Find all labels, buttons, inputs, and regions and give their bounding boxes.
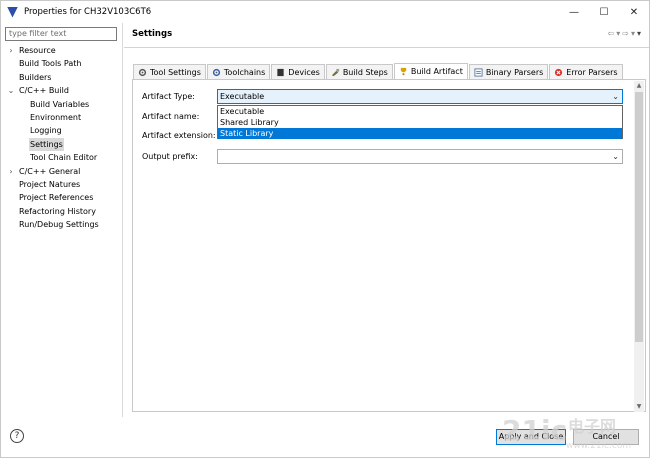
binary-parsers-icon bbox=[474, 67, 483, 77]
cancel-button[interactable]: Cancel bbox=[573, 429, 639, 445]
window-title: Properties for CH32V103C6T6 bbox=[24, 7, 152, 17]
artifact-name-label: Artifact name: bbox=[142, 112, 200, 121]
tree-item-cpp-build[interactable]: ⌄ C/C++ Build bbox=[1, 84, 123, 97]
category-pane: type filter text › Resource Build Tools P… bbox=[1, 23, 123, 417]
tree-item-tool-chain-editor[interactable]: Tool Chain Editor bbox=[1, 151, 123, 164]
header-divider bbox=[124, 47, 649, 48]
close-button[interactable]: ✕ bbox=[619, 1, 649, 23]
option-executable[interactable]: Executable bbox=[218, 106, 622, 117]
back-arrow-icon[interactable]: ⇦ bbox=[608, 29, 615, 38]
scroll-down-icon[interactable]: ▼ bbox=[634, 402, 644, 412]
page-header: Settings ⇦ ▾ ⇨ ▾ ▾ bbox=[124, 23, 649, 47]
scrollbar-thumb[interactable] bbox=[635, 92, 643, 342]
tree-item-project-references[interactable]: Project References bbox=[1, 191, 123, 204]
tab-build-artifact[interactable]: Build Artifact bbox=[393, 63, 468, 79]
tree-item-project-natures[interactable]: Project Natures bbox=[1, 178, 123, 191]
properties-dialog: Properties for CH32V103C6T6 — ☐ ✕ type f… bbox=[0, 0, 650, 458]
scroll-up-icon[interactable]: ▲ bbox=[634, 81, 644, 91]
filter-input[interactable]: type filter text bbox=[5, 27, 117, 41]
tree-item-resource[interactable]: › Resource bbox=[1, 44, 123, 57]
tree-item-environment[interactable]: Environment bbox=[1, 111, 123, 124]
option-shared-library[interactable]: Shared Library bbox=[218, 117, 622, 128]
view-menu-icon[interactable]: ▾ bbox=[637, 29, 641, 38]
page-navigation: ⇦ ▾ ⇨ ▾ ▾ bbox=[608, 29, 641, 38]
tab-toolchains[interactable]: Toolchains bbox=[206, 64, 271, 79]
output-prefix-label: Output prefix: bbox=[142, 152, 198, 161]
artifact-type-value: Executable bbox=[220, 92, 265, 101]
tab-tool-settings[interactable]: Tool Settings bbox=[133, 64, 206, 79]
tree-item-refactoring-history[interactable]: Refactoring History bbox=[1, 205, 123, 218]
tab-error-parsers[interactable]: Error Parsers bbox=[549, 64, 623, 79]
toolchains-icon bbox=[212, 68, 221, 76]
maximize-button[interactable]: ☐ bbox=[589, 1, 619, 23]
vertical-scrollbar[interactable]: ▲ ▼ bbox=[634, 81, 644, 412]
tab-build-steps[interactable]: Build Steps bbox=[325, 64, 393, 79]
minimize-button[interactable]: — bbox=[559, 1, 589, 23]
apply-and-close-button[interactable]: Apply and Close bbox=[496, 429, 566, 445]
option-static-library[interactable]: Static Library bbox=[218, 128, 622, 139]
settings-tabs: Tool Settings Toolchains Devices Build S… bbox=[133, 63, 624, 79]
forward-menu-chevron-icon[interactable]: ▾ bbox=[631, 29, 635, 38]
chevron-down-icon[interactable]: ⌄ bbox=[7, 84, 15, 97]
window-controls: — ☐ ✕ bbox=[559, 1, 649, 23]
artifact-type-label: Artifact Type: bbox=[142, 92, 195, 101]
app-logo-icon bbox=[7, 6, 18, 18]
tree-item-settings[interactable]: Settings bbox=[1, 137, 123, 152]
tree-item-run-debug-settings[interactable]: Run/Debug Settings bbox=[1, 218, 123, 231]
page-title: Settings bbox=[132, 29, 173, 39]
tree-item-builders[interactable]: Builders bbox=[1, 71, 123, 84]
help-button[interactable]: ? bbox=[10, 429, 24, 443]
back-menu-chevron-icon[interactable]: ▾ bbox=[616, 29, 620, 38]
chevron-right-icon[interactable]: › bbox=[7, 44, 15, 57]
tab-binary-parsers[interactable]: Binary Parsers bbox=[468, 64, 549, 79]
build-steps-icon bbox=[331, 68, 339, 76]
artifact-type-dropdown: Executable Shared Library Static Library bbox=[217, 105, 623, 139]
tree-item-build-tools-path[interactable]: Build Tools Path bbox=[1, 57, 123, 70]
tool-settings-icon bbox=[138, 68, 147, 76]
tab-devices[interactable]: Devices bbox=[271, 64, 325, 79]
build-artifact-panel: Artifact Type: Executable ⌄ Artifact nam… bbox=[132, 79, 646, 412]
error-parsers-icon bbox=[555, 68, 563, 76]
output-prefix-select[interactable]: ⌄ bbox=[217, 149, 623, 164]
category-tree: › Resource Build Tools Path Builders ⌄ C/C… bbox=[1, 44, 123, 231]
artifact-type-select[interactable]: Executable ⌄ bbox=[217, 89, 623, 104]
title-bar: Properties for CH32V103C6T6 — ☐ ✕ bbox=[1, 1, 649, 23]
artifact-extension-label: Artifact extension: bbox=[142, 131, 216, 140]
tree-item-build-variables[interactable]: Build Variables bbox=[1, 98, 123, 111]
chevron-down-icon: ⌄ bbox=[612, 92, 619, 101]
chevron-right-icon[interactable]: › bbox=[7, 165, 15, 178]
build-artifact-icon bbox=[400, 67, 407, 76]
tree-item-cpp-general[interactable]: › C/C++ General bbox=[1, 165, 123, 178]
chevron-down-icon: ⌄ bbox=[612, 152, 619, 161]
forward-arrow-icon[interactable]: ⇨ bbox=[622, 29, 629, 38]
tree-item-logging[interactable]: Logging bbox=[1, 124, 123, 137]
devices-icon bbox=[277, 68, 284, 76]
